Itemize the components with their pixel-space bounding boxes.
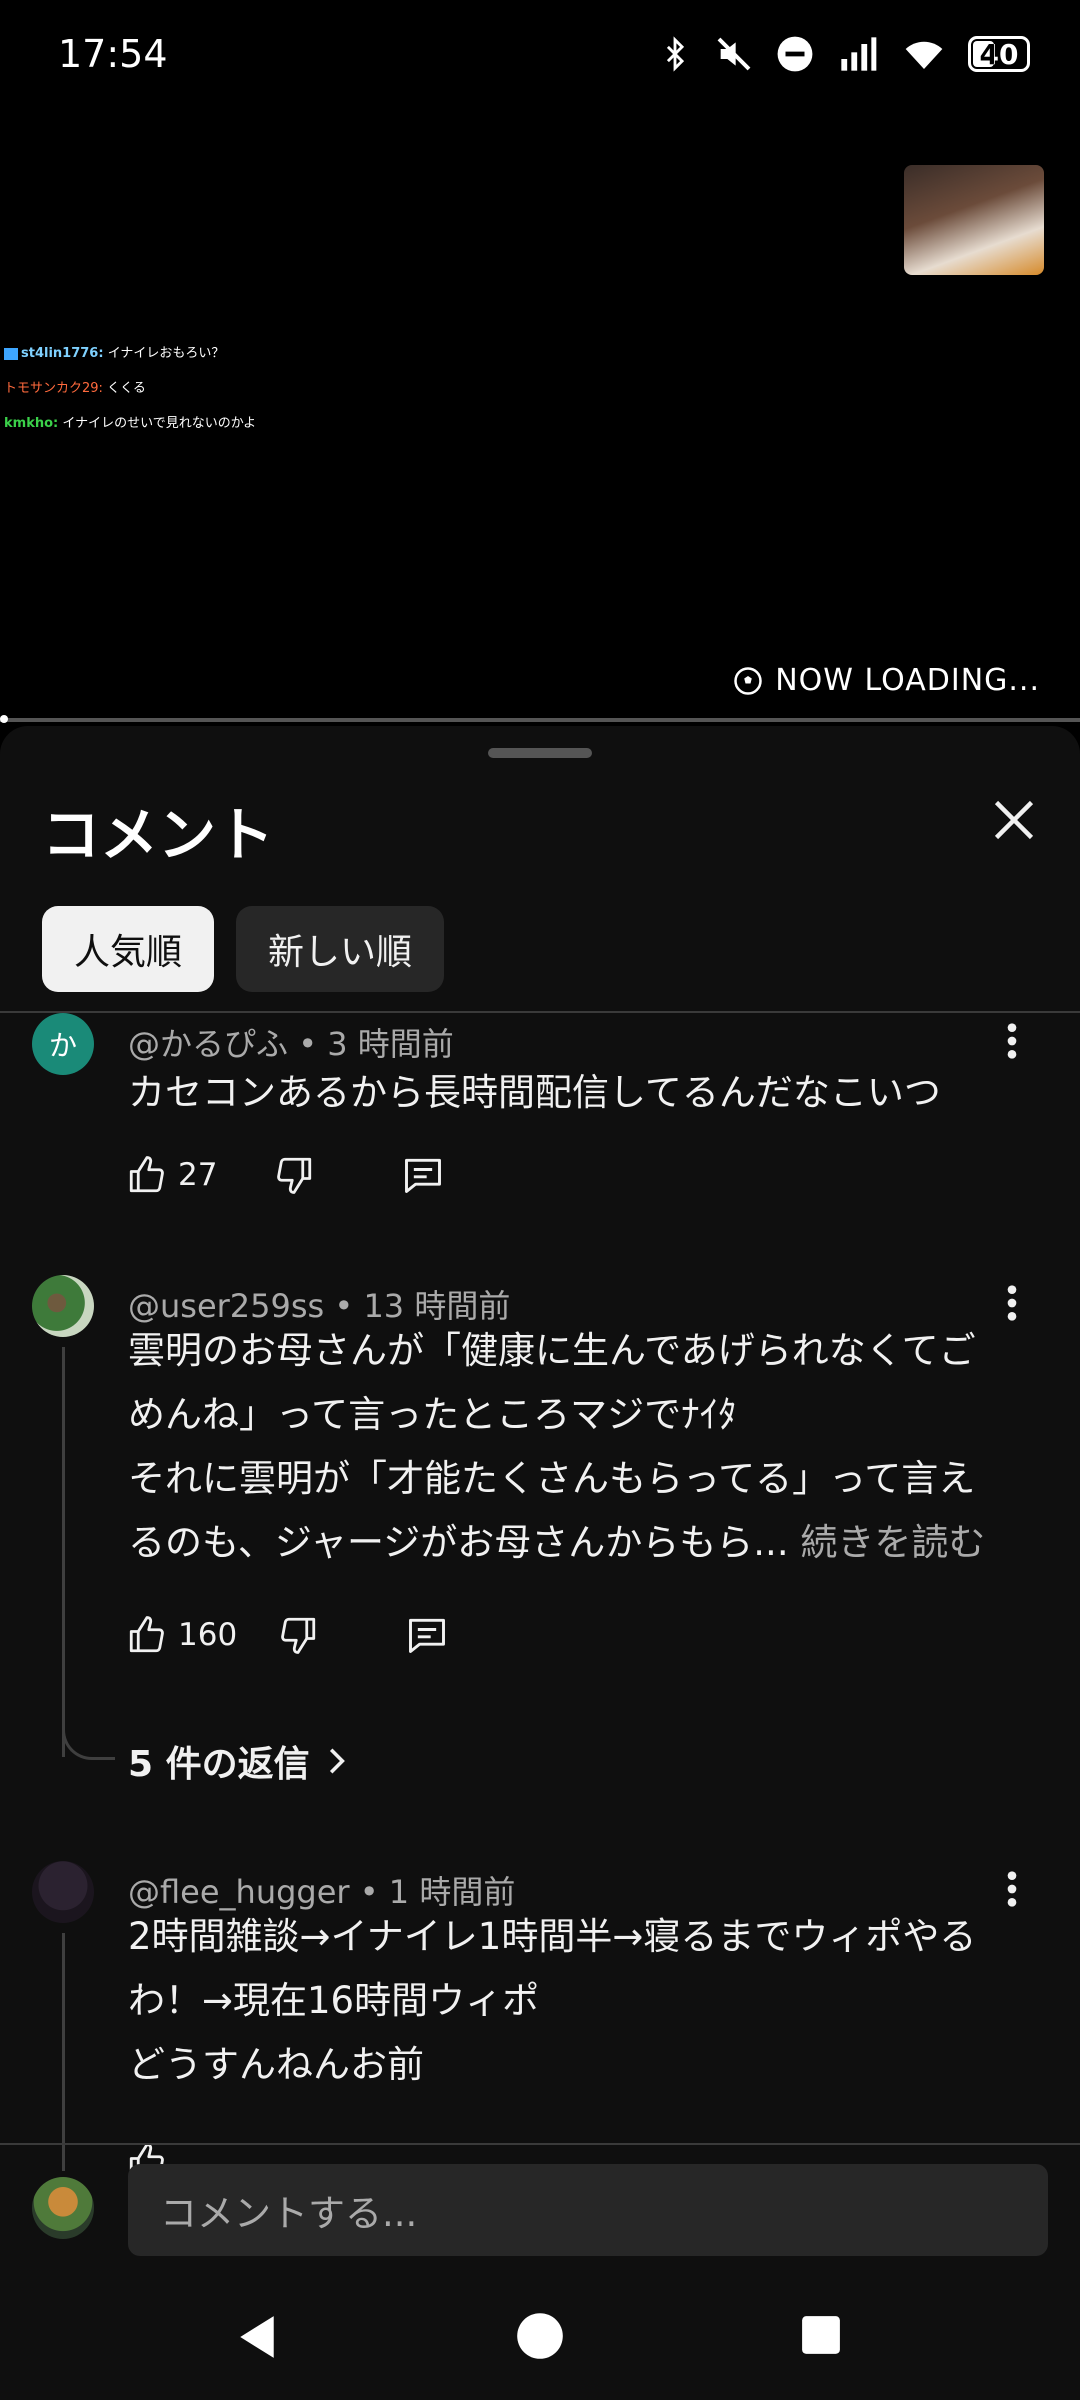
sort-chips: 人気順 新しい順 <box>42 906 445 992</box>
wifi-icon <box>905 41 943 69</box>
thread-line <box>62 1347 65 1757</box>
back-icon[interactable] <box>236 2314 278 2360</box>
comment-input[interactable]: コメントする... <box>128 2164 1048 2256</box>
live-chat-overlay: st4lin1776: イナイレおもろい？ トモサンカク29: くくる kmkh… <box>4 347 256 452</box>
status-icons: 40 <box>658 34 1030 74</box>
home-icon[interactable] <box>516 2312 564 2360</box>
close-icon <box>994 800 1034 840</box>
like-button[interactable]: 27 <box>126 1154 217 1196</box>
signal-icon <box>841 37 877 71</box>
reply-button[interactable] <box>405 1613 449 1657</box>
thread-line <box>62 1933 65 2171</box>
dislike-button[interactable] <box>273 1154 315 1196</box>
my-avatar <box>32 2177 94 2239</box>
drag-handle[interactable] <box>488 748 592 758</box>
reply-icon <box>409 1618 446 1653</box>
comment-text[interactable]: 2時間雑談→イナイレ1時間半→寝るまでウィポやる わ！→現在16時間ウィポ どう… <box>128 1905 988 2097</box>
battery-icon: 40 <box>968 36 1030 72</box>
reply-icon <box>405 1158 442 1193</box>
chevron-right-icon <box>329 1748 345 1774</box>
thumbs-up-icon <box>129 1616 164 1653</box>
chat-line: トモサンカク29: くくる <box>4 381 146 396</box>
now-loading-overlay: NOW LOADING... <box>733 663 1040 698</box>
do-not-disturb-icon <box>777 36 813 72</box>
system-nav-bar <box>0 2270 1080 2400</box>
close-button[interactable] <box>984 790 1044 850</box>
soccer-ball-icon <box>734 666 762 695</box>
video-progress-bar[interactable] <box>0 715 1080 723</box>
status-bar: 17:54 40 <box>0 0 1080 115</box>
comment-text: カセコンあるから長時間配信してるんだなこいつ <box>128 1071 941 1114</box>
sheet-title: コメント <box>42 801 275 869</box>
more-options-icon[interactable] <box>1002 1283 1022 1323</box>
comments-sheet: コメント 人気順 新しい順 か @かるぴふ • 3 時間前 カセコンあるから長時… <box>0 726 1080 2400</box>
comment-actions: 160 <box>126 1613 449 1657</box>
dislike-button[interactable] <box>277 1614 319 1656</box>
reply-button[interactable] <box>401 1153 445 1197</box>
thumbs-up-icon <box>129 1156 164 1193</box>
divider <box>0 2143 1080 2145</box>
avatar[interactable] <box>32 1861 94 1923</box>
streamer-camera <box>904 165 1044 275</box>
like-button[interactable]: 160 <box>126 1614 237 1656</box>
comment-meta: @かるぴふ • 3 時間前 <box>128 1025 454 1063</box>
sort-newest-chip[interactable]: 新しい順 <box>236 906 445 992</box>
more-options-icon[interactable] <box>1002 1869 1022 1909</box>
comment-list[interactable]: か @かるぴふ • 3 時間前 カセコンあるから長時間配信してるんだなこいつ 2… <box>0 1013 1080 2171</box>
read-more-link[interactable]: 続きを読む <box>800 1521 985 1564</box>
status-time: 17:54 <box>58 32 168 76</box>
view-replies-button[interactable]: 5 件の返信 <box>128 1735 350 1787</box>
mute-icon <box>717 37 751 71</box>
comment-actions: 27 <box>126 1153 445 1197</box>
sort-popular-chip[interactable]: 人気順 <box>42 906 215 992</box>
crown-badge-icon <box>4 347 18 360</box>
recents-icon[interactable] <box>800 2314 842 2356</box>
progress-scrubber[interactable] <box>0 715 8 723</box>
avatar[interactable]: か <box>32 1013 94 1075</box>
thread-curve <box>62 1705 115 1760</box>
video-player[interactable]: st4lin1776: イナイレおもろい？ トモサンカク29: くくる kmkh… <box>0 115 1080 720</box>
chat-line: kmkho: イナイレのせいで見れないのかよ <box>4 416 257 431</box>
chat-line: st4lin1776: イナイレおもろい？ <box>4 347 256 360</box>
avatar[interactable] <box>32 1275 94 1337</box>
comment-text[interactable]: 雲明のお母さんが「健康に生んであげられなくてご めんね」って言ったところマジでﾅ… <box>128 1319 988 1575</box>
more-options-icon[interactable] <box>1002 1021 1022 1061</box>
thumbs-down-icon <box>281 1617 316 1654</box>
thumbs-down-icon <box>277 1157 312 1194</box>
bluetooth-icon <box>666 36 685 72</box>
